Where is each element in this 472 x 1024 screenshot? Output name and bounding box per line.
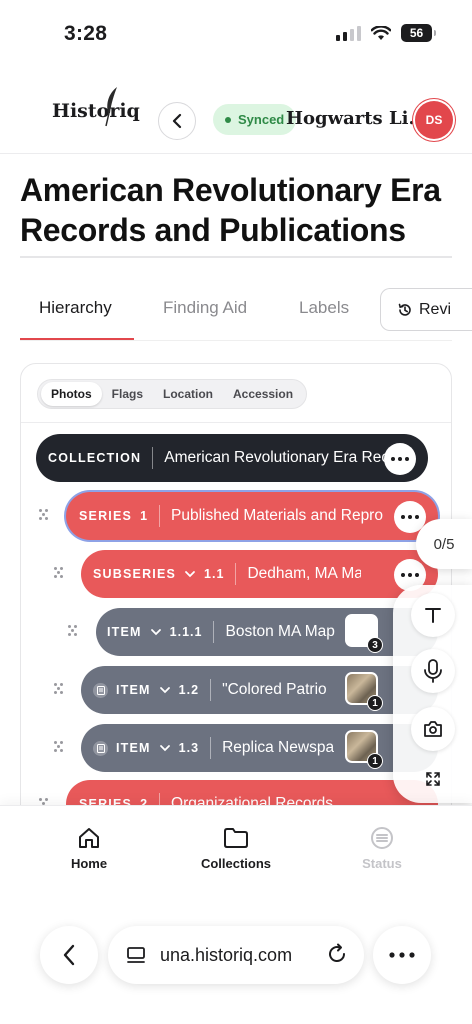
nav-status-label: Status — [362, 856, 402, 871]
tree-node-subseries[interactable]: SUBSERIES 1.1 Dedham, MA Materi — [81, 550, 438, 598]
photo-count-badge: 1 — [367, 753, 383, 769]
browser-url: una.historiq.com — [160, 944, 293, 965]
title-divider — [20, 256, 452, 258]
node-number: 1.3 — [178, 741, 200, 755]
page-title: American Revolutionary Era Records and P… — [20, 172, 441, 248]
photo-count-badge: 1 — [367, 695, 383, 711]
review-button-label: Revi — [419, 300, 452, 318]
node-title: Published Materials and Repro — [171, 507, 383, 524]
tree-node-collection[interactable]: COLLECTION American Revolutionary Era Re… — [36, 434, 428, 482]
voice-tool-button[interactable] — [411, 649, 455, 693]
chevron-down-icon[interactable] — [184, 568, 196, 580]
node-kind-label: SERIES — [79, 509, 133, 523]
node-kind-label: COLLECTION — [48, 451, 142, 465]
active-tab-indicator — [20, 338, 134, 340]
chevron-down-icon[interactable] — [150, 626, 162, 638]
document-icon — [93, 682, 108, 698]
node-number: 1.1 — [204, 567, 225, 581]
tree-node-item[interactable]: ITEM 1.3 Replica Newspa — [81, 724, 438, 772]
status-time: 3:28 — [64, 22, 108, 45]
node-number: 1.1.1 — [169, 625, 203, 639]
drag-handle-icon[interactable] — [39, 509, 51, 521]
sync-label: Synced — [238, 112, 285, 127]
node-title: Dedham, MA Materi — [247, 565, 361, 582]
nav-home[interactable]: Home — [29, 826, 149, 871]
document-icon — [93, 740, 108, 756]
browser-back-button[interactable] — [40, 926, 98, 984]
browser-more-button[interactable] — [373, 926, 431, 984]
back-button[interactable] — [158, 102, 196, 140]
panel-divider — [21, 422, 451, 423]
review-button[interactable]: Revi — [380, 288, 472, 331]
quill-icon — [105, 87, 117, 127]
node-number: 1.2 — [178, 683, 200, 697]
drag-handle-icon[interactable] — [54, 567, 66, 579]
filter-chip-accession[interactable]: Accession — [223, 382, 303, 406]
header-divider — [0, 153, 472, 154]
organization-name[interactable]: Hogwarts Li... — [286, 108, 427, 129]
page-settings-icon — [127, 947, 145, 963]
node-title: Replica Newspa — [222, 739, 335, 756]
drag-handle-icon[interactable] — [68, 625, 80, 637]
battery-indicator: 56 — [401, 24, 436, 42]
filter-chip-group: Photos Flags Location Accession — [37, 379, 308, 409]
filter-chip-location[interactable]: Location — [153, 382, 223, 406]
nav-collections[interactable]: Collections — [176, 826, 296, 871]
logo-text: Historiq — [52, 100, 140, 122]
tab-hierarchy[interactable]: Hierarchy — [39, 298, 112, 318]
chevron-down-icon[interactable] — [159, 684, 171, 696]
tree-node-series[interactable]: SERIES 1 Published Materials and Repro — [66, 492, 438, 540]
sync-dot-icon — [225, 116, 231, 123]
expand-icon — [426, 772, 440, 786]
tab-finding-aid[interactable]: Finding Aid — [163, 298, 247, 318]
browser-address-bar[interactable]: una.historiq.com — [108, 926, 364, 984]
drag-handle-icon[interactable] — [54, 683, 66, 695]
chevron-down-icon[interactable] — [159, 742, 171, 754]
camera-icon — [424, 721, 442, 737]
photo-count-badge: 3 — [367, 637, 383, 653]
more-icon — [389, 952, 415, 958]
more-options-button[interactable] — [384, 443, 416, 475]
node-number: 1 — [140, 509, 149, 523]
folder-icon — [224, 828, 248, 848]
nav-collections-label: Collections — [200, 856, 272, 871]
reload-icon[interactable] — [326, 943, 348, 965]
chevron-left-icon — [172, 113, 182, 129]
drag-handle-icon[interactable] — [54, 741, 66, 753]
node-title: "Colored Patrio — [222, 681, 327, 698]
chevron-left-icon — [63, 944, 75, 966]
text-icon — [425, 608, 441, 623]
historiq-logo[interactable]: Historiq — [52, 87, 140, 127]
tab-labels[interactable]: Labels — [299, 298, 349, 318]
nav-status[interactable]: Status — [322, 826, 442, 871]
hierarchy-panel: Photos Flags Location Accession COLLECTI… — [20, 363, 452, 823]
node-title: Boston MA Map — [225, 623, 335, 640]
node-kind-label: ITEM — [116, 683, 151, 697]
filter-chip-flags[interactable]: Flags — [102, 382, 153, 406]
node-kind-label: ITEM — [116, 741, 151, 755]
status-icons: 56 — [336, 24, 436, 42]
wifi-icon — [371, 25, 391, 40]
tree-node-item[interactable]: ITEM 1.2 "Colored Patrio — [81, 666, 438, 714]
nav-home-label: Home — [70, 856, 108, 871]
sync-status-badge: Synced — [213, 104, 297, 135]
tabs-divider — [20, 340, 452, 341]
status-icon — [371, 827, 393, 849]
user-avatar[interactable]: DS — [415, 101, 453, 139]
microphone-icon — [424, 659, 442, 683]
home-icon — [79, 828, 99, 848]
node-title: American Revolutionary Era Rec — [164, 449, 390, 466]
camera-tool-button[interactable] — [411, 707, 455, 751]
capture-toolbar — [393, 585, 472, 803]
text-tool-button[interactable] — [411, 593, 455, 637]
tree-node-item[interactable]: ITEM 1.1.1 Boston MA Map — [96, 608, 438, 656]
progress-counter[interactable]: 0/5 — [416, 519, 472, 569]
node-kind-label: ITEM — [107, 625, 142, 639]
signal-icon — [336, 25, 361, 41]
history-icon — [398, 303, 411, 316]
filter-chip-photos[interactable]: Photos — [41, 382, 102, 406]
expand-tool-button[interactable] — [411, 757, 455, 801]
node-kind-label: SUBSERIES — [93, 567, 177, 581]
